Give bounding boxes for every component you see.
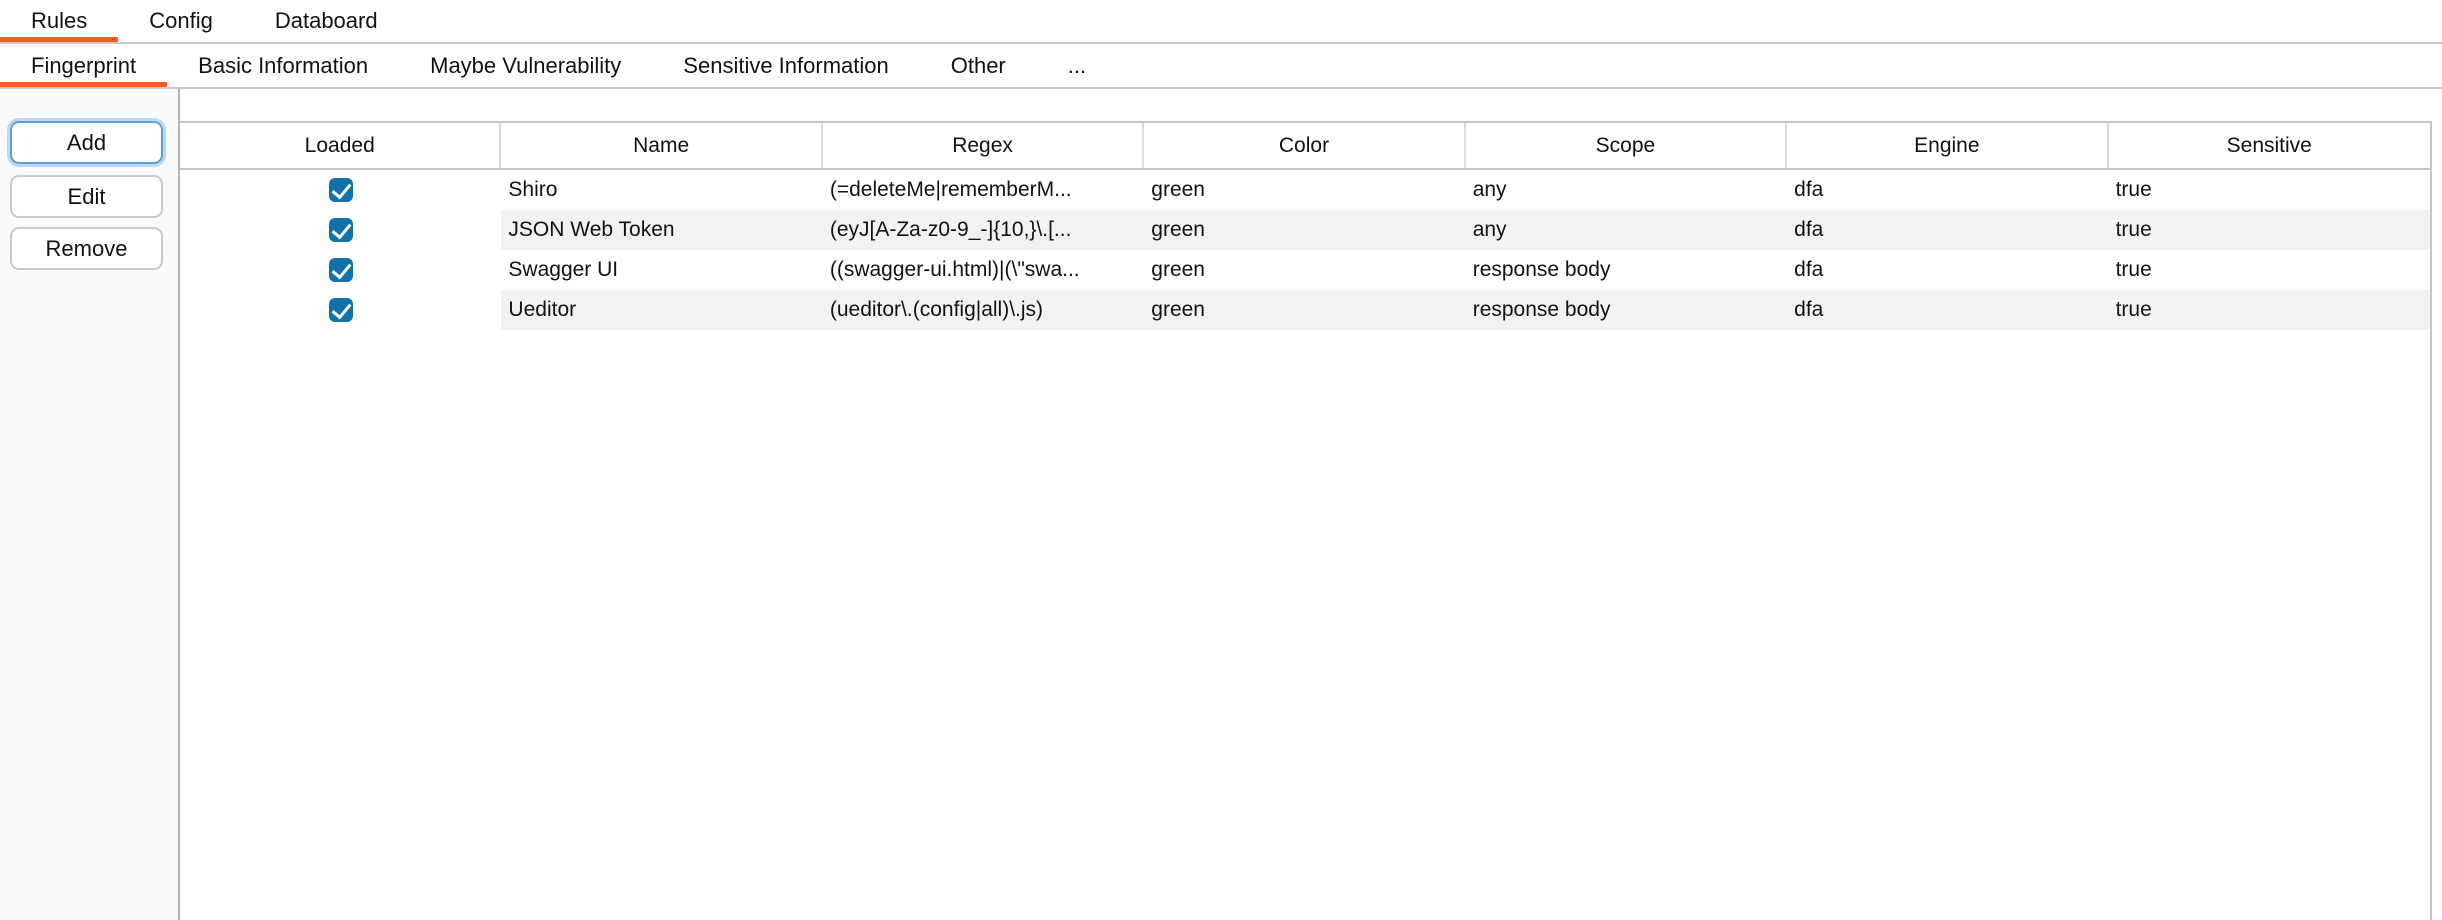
engine-cell: dfa (1787, 210, 2108, 250)
table-header-row: Loaded Name Regex Color Scope Engine Sen… (180, 121, 2430, 170)
column-header-scope[interactable]: Scope (1466, 123, 1787, 168)
scope-cell: response body (1466, 250, 1787, 290)
rule-actions-sidebar: Add Edit Remove (0, 89, 180, 920)
scope-cell: response body (1466, 290, 1787, 330)
color-cell: green (1144, 290, 1465, 330)
edit-button[interactable]: Edit (10, 175, 163, 218)
tab-config[interactable]: Config (118, 0, 244, 42)
column-header-color[interactable]: Color (1144, 123, 1465, 168)
tab-other[interactable]: Other (920, 44, 1037, 87)
loaded-checkbox-checked[interactable] (329, 258, 353, 282)
name-cell: Ueditor (501, 290, 822, 330)
name-cell: Shiro (501, 170, 822, 210)
regex-cell: (=deleteMe|rememberM... (823, 170, 1144, 210)
scope-cell: any (1466, 170, 1787, 210)
regex-cell: ((swagger-ui.html)|(\"swa... (823, 250, 1144, 290)
color-cell: green (1144, 170, 1465, 210)
column-header-sensitive[interactable]: Sensitive (2109, 123, 2430, 168)
loaded-cell (180, 250, 501, 290)
engine-cell: dfa (1787, 290, 2108, 330)
remove-button[interactable]: Remove (10, 227, 163, 270)
loaded-cell (180, 210, 501, 250)
table-row[interactable]: JSON Web Token (eyJ[A-Za-z0-9_-]{10,}\.[… (180, 210, 2430, 250)
name-cell: JSON Web Token (501, 210, 822, 250)
scope-cell: any (1466, 210, 1787, 250)
column-header-loaded[interactable]: Loaded (180, 123, 501, 168)
rule-group-tabbar: Fingerprint Basic Information Maybe Vuln… (0, 44, 2442, 89)
regex-cell: (eyJ[A-Za-z0-9_-]{10,}\.[... (823, 210, 1144, 250)
tab-more[interactable]: ... (1037, 44, 1117, 87)
loaded-checkbox-checked[interactable] (329, 298, 353, 322)
loaded-cell (180, 290, 501, 330)
column-header-regex[interactable]: Regex (823, 123, 1144, 168)
engine-cell: dfa (1787, 170, 2108, 210)
loaded-cell (180, 170, 501, 210)
tab-rules[interactable]: Rules (0, 0, 118, 42)
regex-cell: (ueditor\.(config|all)\.js) (823, 290, 1144, 330)
table-row[interactable]: Ueditor (ueditor\.(config|all)\.js) gree… (180, 290, 2430, 330)
table-row[interactable]: Swagger UI ((swagger-ui.html)|(\"swa... … (180, 250, 2430, 290)
add-button[interactable]: Add (10, 121, 163, 164)
tab-maybe-vulnerability[interactable]: Maybe Vulnerability (399, 44, 652, 87)
primary-tabbar: Rules Config Databoard (0, 0, 2442, 44)
loaded-checkbox-checked[interactable] (329, 218, 353, 242)
tab-fingerprint[interactable]: Fingerprint (0, 44, 167, 87)
tab-sensitive-information[interactable]: Sensitive Information (652, 44, 919, 87)
column-header-engine[interactable]: Engine (1787, 123, 2108, 168)
table-row[interactable]: Shiro (=deleteMe|rememberM... green any … (180, 170, 2430, 210)
sensitive-cell: true (2109, 290, 2430, 330)
tab-databoard[interactable]: Databoard (244, 0, 409, 42)
color-cell: green (1144, 210, 1465, 250)
color-cell: green (1144, 250, 1465, 290)
sensitive-cell: true (2109, 170, 2430, 210)
rules-table: Loaded Name Regex Color Scope Engine Sen… (180, 121, 2432, 920)
tab-basic-information[interactable]: Basic Information (167, 44, 399, 87)
column-header-name[interactable]: Name (501, 123, 822, 168)
engine-cell: dfa (1787, 250, 2108, 290)
name-cell: Swagger UI (501, 250, 822, 290)
table-body: Shiro (=deleteMe|rememberM... green any … (180, 170, 2430, 330)
sensitive-cell: true (2109, 210, 2430, 250)
loaded-checkbox-checked[interactable] (329, 178, 353, 202)
sensitive-cell: true (2109, 250, 2430, 290)
